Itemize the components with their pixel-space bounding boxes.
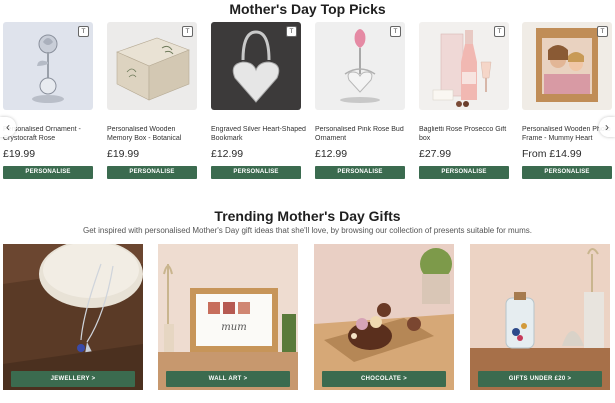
jewellery-button[interactable]: JEWELLERY >: [11, 371, 135, 387]
top-picks-carousel: T Personalised Ornament - Crystocraft Ro…: [0, 22, 615, 182]
personalise-button[interactable]: PERSONALISE: [419, 166, 509, 179]
chocolate-button[interactable]: CHOCOLATE >: [322, 371, 446, 387]
product-name[interactable]: Personalised Wooden Memory Box - Botanic…: [107, 126, 202, 144]
gifts-under-20-button[interactable]: GIFTS UNDER £20 >: [478, 371, 602, 387]
product-image[interactable]: T: [315, 22, 405, 110]
trending-title: Trending Mother's Day Gifts: [214, 208, 401, 224]
product-price: £27.99: [419, 148, 452, 160]
product-image[interactable]: T: [211, 22, 301, 110]
top-picks-title: Mother's Day Top Picks: [229, 1, 386, 17]
personalise-tag-icon: T: [286, 26, 297, 37]
wall-art-button[interactable]: WALL ART >: [166, 371, 290, 387]
product-name[interactable]: Personalised Ornament - Crystocraft Rose: [3, 126, 98, 144]
product-name[interactable]: Baglietti Rose Prosecco Gift box: [419, 126, 514, 144]
personalise-tag-icon: T: [78, 26, 89, 37]
product-card[interactable]: T Engraved Silver Heart-Shaped Bookmark …: [211, 22, 306, 179]
product-image[interactable]: T: [522, 22, 612, 110]
trending-subtitle: Get inspired with personalised Mother's …: [82, 226, 533, 235]
product-card[interactable]: T Personalised Ornament - Crystocraft Ro…: [3, 22, 93, 179]
personalise-button[interactable]: PERSONALISE: [315, 166, 405, 179]
category-tile-gifts-under-20[interactable]: GIFTS UNDER £20 >: [470, 244, 610, 390]
personalise-button[interactable]: PERSONALISE: [522, 166, 612, 179]
category-tile-chocolate[interactable]: CHOCOLATE >: [314, 244, 454, 390]
product-price: £19.99: [107, 148, 140, 160]
frame-text: mum: [221, 322, 246, 333]
product-image[interactable]: T: [3, 22, 93, 110]
personalise-tag-icon: T: [597, 26, 608, 37]
personalise-button[interactable]: PERSONALISE: [211, 166, 301, 179]
personalise-button[interactable]: PERSONALISE: [3, 166, 93, 179]
product-price: £19.99: [3, 148, 36, 160]
product-card[interactable]: T Personalised Wooden Photo Frame - Mumm…: [522, 22, 612, 179]
carousel-next-arrow-icon[interactable]: ›: [599, 117, 615, 137]
product-card[interactable]: T Personalised Pink Rose Bud Ornament £1…: [315, 22, 405, 179]
product-price: From £14.99: [522, 148, 582, 160]
personalise-tag-icon: T: [390, 26, 401, 37]
product-price: £12.99: [315, 148, 348, 160]
product-name[interactable]: Personalised Pink Rose Bud Ornament: [315, 126, 410, 144]
product-card[interactable]: T Personalised Wooden Memory Box - Botan…: [107, 22, 197, 179]
product-name[interactable]: Engraved Silver Heart-Shaped Bookmark: [211, 126, 306, 144]
product-price: £12.99: [211, 148, 244, 160]
personalise-tag-icon: T: [182, 26, 193, 37]
personalise-button[interactable]: PERSONALISE: [107, 166, 197, 179]
product-card[interactable]: T Baglietti Rose Prosecco Gift box £27.9…: [419, 22, 509, 179]
category-tile-jewellery[interactable]: JEWELLERY >: [3, 244, 143, 390]
personalise-tag-icon: T: [494, 26, 505, 37]
product-image[interactable]: T: [107, 22, 197, 110]
category-tile-wall-art[interactable]: mum WALL ART >: [158, 244, 298, 390]
product-image[interactable]: T: [419, 22, 509, 110]
